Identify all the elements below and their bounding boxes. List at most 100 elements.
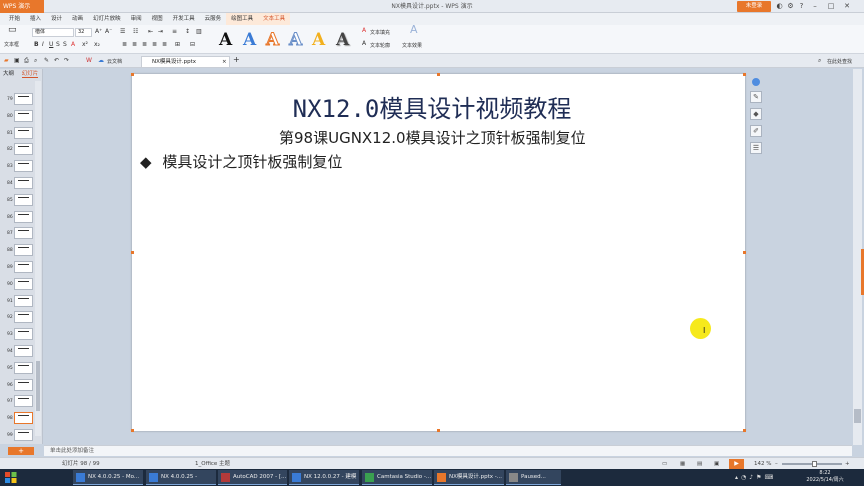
resize-handle[interactable] xyxy=(743,73,746,76)
help-icon[interactable]: ? xyxy=(797,0,806,13)
text-style-orange-outline[interactable]: A xyxy=(265,30,279,51)
slide-thumbnail[interactable]: 99 xyxy=(5,429,33,444)
text-fill-label[interactable]: 文本填充 xyxy=(370,29,390,36)
font-name-select[interactable]: 楷体 xyxy=(32,28,74,37)
text-box-icon[interactable]: ▭ xyxy=(8,26,17,35)
increase-indent-icon[interactable]: ⇥ xyxy=(158,28,163,36)
slide-thumbnail[interactable]: 88 xyxy=(5,244,33,259)
slide-thumbnail[interactable]: 97 xyxy=(5,395,33,410)
start-icon[interactable] xyxy=(4,471,18,484)
slide-thumbnail[interactable]: 86 xyxy=(5,210,33,226)
open-folder-icon[interactable]: ▰ xyxy=(4,57,9,65)
decrease-indent-icon[interactable]: ⇤ xyxy=(148,28,153,36)
canvas-scroll-thumb[interactable] xyxy=(854,409,861,423)
italic-icon[interactable]: I xyxy=(42,41,44,49)
wps-icon[interactable]: W xyxy=(86,57,92,65)
vertical-align-icon[interactable]: ⊞ xyxy=(175,41,180,49)
network-icon[interactable]: ◔ xyxy=(741,474,746,481)
slide-thumbnail[interactable]: 81 xyxy=(5,126,33,142)
add-slide-button[interactable]: + xyxy=(8,447,34,455)
tab-0[interactable]: 开始 xyxy=(4,13,25,25)
flag-icon[interactable]: ⚑ xyxy=(756,474,761,481)
underline-icon[interactable]: U xyxy=(49,41,53,49)
slide-subtitle[interactable]: 第98课UGNX12.0模具设计之顶针板强制复位 xyxy=(279,128,586,148)
taskbar-item[interactable]: NX 4.0.0.25 - Mo... xyxy=(73,470,143,485)
text-direction-icon[interactable]: ↕ xyxy=(185,28,190,36)
new-tab-icon[interactable]: + xyxy=(233,56,240,64)
text-style-blue-outline[interactable]: A xyxy=(288,30,302,51)
clock[interactable]: 8:22 2022/5/14/周六 xyxy=(803,470,847,484)
text-outline-icon[interactable]: A xyxy=(362,40,366,48)
pen-icon[interactable]: ✎ xyxy=(750,91,762,103)
skin-icon[interactable]: ◐ xyxy=(775,0,784,13)
slide-thumbnail[interactable]: 94 xyxy=(5,345,33,360)
strikethrough-icon[interactable]: S xyxy=(56,41,60,49)
tab-1[interactable]: 插入 xyxy=(25,13,46,25)
text-style-blue[interactable]: A xyxy=(243,30,256,50)
slide-thumbnail[interactable]: 95 xyxy=(5,361,33,377)
undo-icon[interactable]: ↶ xyxy=(54,57,59,65)
tab-6[interactable]: 视图 xyxy=(147,13,168,25)
text-style-shadow[interactable]: A xyxy=(336,30,349,50)
tab-10[interactable]: 文本工具 xyxy=(258,12,291,26)
align-center-icon[interactable]: ≣ xyxy=(132,41,137,49)
zoom-slider-thumb[interactable] xyxy=(812,461,817,467)
minimize-icon[interactable]: – xyxy=(808,0,822,13)
resize-handle[interactable] xyxy=(131,251,134,254)
slide-thumbnail[interactable]: 84 xyxy=(5,177,33,192)
numbering-icon[interactable]: ☷ xyxy=(133,28,138,36)
smartart-icon[interactable]: ⊟ xyxy=(190,41,195,49)
resize-handle[interactable] xyxy=(131,429,134,432)
slide-thumbnail[interactable]: 93 xyxy=(5,328,33,343)
redo-icon[interactable]: ↷ xyxy=(64,57,69,65)
save-icon[interactable]: ▣ xyxy=(14,57,20,65)
superscript-icon[interactable]: x² xyxy=(82,41,88,49)
settings-icon[interactable]: ⚙ xyxy=(786,0,795,13)
slide-thumbnail[interactable]: 91 xyxy=(5,294,33,310)
text-fill-icon[interactable]: A xyxy=(362,27,366,35)
taskbar-item[interactable]: Paused... xyxy=(506,470,561,485)
print-preview-icon[interactable]: ⌕ xyxy=(34,57,37,65)
notes-pane[interactable]: 单击此处添加备注 xyxy=(44,445,852,456)
text-style-black[interactable]: A xyxy=(219,30,232,50)
shadow-icon[interactable]: S xyxy=(63,41,67,49)
bold-icon[interactable]: B xyxy=(34,41,39,49)
taskbar-item[interactable]: NX 4.0.0.25 - xyxy=(146,470,216,485)
collapse-icon[interactable] xyxy=(752,78,760,86)
slide-thumbnail[interactable]: 90 xyxy=(5,277,33,293)
slide-thumbnail[interactable]: 87 xyxy=(5,227,33,242)
cloud-doc-icon[interactable]: ☁ xyxy=(98,57,104,65)
slide-thumbnail[interactable]: 82 xyxy=(5,143,33,158)
slideshow-button[interactable]: ▶ xyxy=(729,459,744,469)
tab-2[interactable]: 设计 xyxy=(46,13,67,25)
outline-tab[interactable]: 大纲 xyxy=(3,71,14,77)
slide-bullet[interactable]: ◆ 模具设计之顶针板强制复位 xyxy=(140,152,342,172)
cloud-doc-label[interactable]: 云文档 xyxy=(107,58,122,65)
resize-handle[interactable] xyxy=(131,73,134,76)
slide-thumbnail[interactable]: 92 xyxy=(5,311,33,326)
resize-handle[interactable] xyxy=(437,73,440,76)
text-effect-icon[interactable]: A xyxy=(410,24,418,35)
font-color-icon[interactable]: A xyxy=(71,41,75,49)
distribute-icon[interactable]: ≣ xyxy=(162,41,167,49)
tray-arrow-icon[interactable]: ▴ xyxy=(735,474,738,481)
tab-8[interactable]: 云服务 xyxy=(200,13,227,25)
resize-handle[interactable] xyxy=(743,251,746,254)
panel-scroll-thumb[interactable] xyxy=(36,361,40,411)
search-box[interactable]: 在此处查找 xyxy=(827,58,852,65)
slide-thumbnail[interactable]: 98 xyxy=(5,412,33,427)
volume-icon[interactable]: ♪ xyxy=(749,474,753,481)
justify-icon[interactable]: ≣ xyxy=(152,41,157,49)
keyboard-icon[interactable]: ⌨ xyxy=(765,474,774,481)
align-right-icon[interactable]: ≣ xyxy=(142,41,147,49)
slide-thumbnail[interactable]: 83 xyxy=(5,160,33,175)
fill-icon[interactable]: ◆ xyxy=(750,108,762,120)
document-tab[interactable]: NX模具设计.pptx × xyxy=(141,56,230,67)
slide-thumbnail[interactable]: 85 xyxy=(5,193,33,209)
taskbar-item[interactable]: NX 12.0.0.27 - 建模 xyxy=(289,470,359,485)
tab-3[interactable]: 动画 xyxy=(67,13,88,25)
shrink-font-icon[interactable]: A⁻ xyxy=(105,28,112,36)
edit-icon[interactable]: ✐ xyxy=(750,125,762,137)
search-icon[interactable]: ⌕ xyxy=(818,57,821,65)
properties-icon[interactable]: ☰ xyxy=(750,142,762,154)
